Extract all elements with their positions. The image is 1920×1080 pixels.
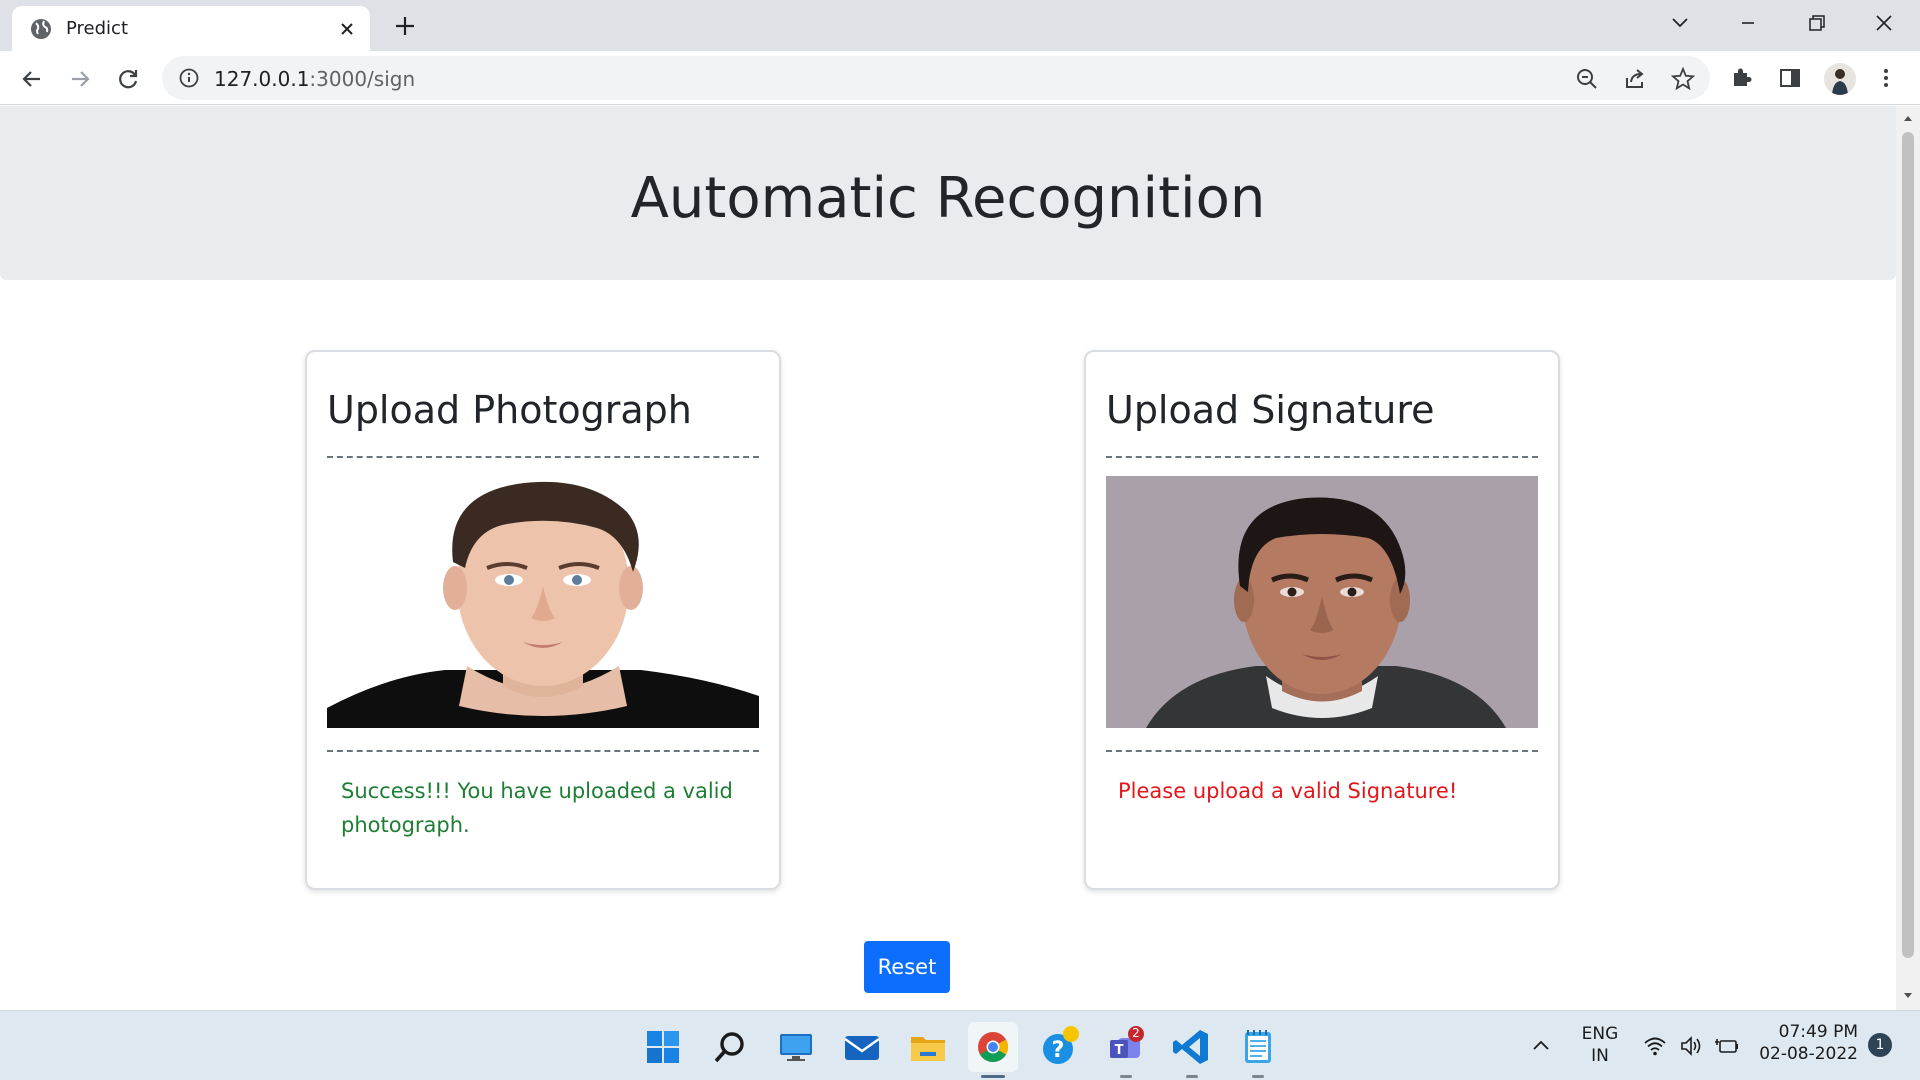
page-scrollbar[interactable] [1896, 106, 1920, 1010]
notepad-icon [1245, 1030, 1271, 1063]
notepad-taskbar-button[interactable] [1236, 1025, 1280, 1078]
system-clock[interactable]: 07:49 PM 02-08-2022 [1752, 1021, 1858, 1065]
windows-taskbar: ? T 2 ENG IN 07:49 PM 02-08-2022 1 [0, 1010, 1920, 1080]
uploaded-signature-image [1106, 476, 1538, 728]
clock-time: 07:49 PM [1778, 1022, 1858, 1042]
uploaded-photograph-image [327, 476, 759, 728]
photograph-portrait-illustration [327, 476, 759, 728]
scroll-down-arrow-icon[interactable] [1902, 990, 1914, 1002]
reload-icon[interactable] [112, 63, 144, 95]
page-viewport: Automatic Recognition Upload Photograph [0, 106, 1896, 1010]
zoom-out-icon[interactable] [1574, 66, 1600, 92]
close-window-icon[interactable] [1864, 8, 1904, 38]
mail-icon[interactable] [840, 1025, 884, 1069]
reset-button[interactable]: Reset [864, 941, 950, 993]
bookmark-star-icon[interactable] [1670, 66, 1696, 92]
chrome-icon [978, 1032, 1009, 1063]
restore-icon[interactable] [1796, 8, 1836, 38]
language-code: ENG [1581, 1024, 1619, 1044]
search-icon[interactable] [708, 1025, 752, 1069]
vscode-taskbar-button[interactable] [1170, 1025, 1214, 1078]
upload-photograph-card: Upload Photograph Success!!! You have up… [305, 350, 781, 890]
battery-charging-icon[interactable] [1714, 1033, 1740, 1059]
close-tab-icon[interactable] [334, 16, 360, 42]
chrome-taskbar-button[interactable] [968, 1022, 1018, 1078]
photograph-card-heading: Upload Photograph [327, 388, 692, 432]
browser-toolbar: 127.0.0.1:3000/sign [0, 51, 1920, 105]
clock-date: 02-08-2022 [1759, 1044, 1858, 1064]
signature-upload-portrait [1106, 476, 1538, 728]
side-panel-icon[interactable] [1776, 64, 1804, 92]
back-arrow-icon[interactable] [16, 63, 48, 95]
scrollbar-thumb[interactable] [1902, 132, 1914, 958]
signature-status-message: Please upload a valid Signature! [1118, 779, 1458, 803]
teams-notification-badge: 2 [1132, 1026, 1140, 1040]
running-app-indicator [1120, 1075, 1132, 1078]
share-icon[interactable] [1622, 66, 1648, 92]
page-title: Automatic Recognition [630, 166, 1266, 231]
scroll-up-arrow-icon[interactable] [1902, 112, 1914, 124]
divider [327, 456, 759, 458]
windows-start-icon[interactable] [641, 1025, 685, 1069]
divider [1106, 456, 1538, 458]
tab-strip: Predict [0, 0, 1920, 51]
url-path: :3000/sign [309, 67, 416, 91]
header-banner: Automatic Recognition [0, 106, 1896, 280]
url-host: 127.0.0.1 [214, 67, 310, 91]
running-app-indicator [1186, 1075, 1198, 1078]
active-app-indicator [981, 1075, 1005, 1078]
forward-arrow-icon[interactable] [64, 63, 96, 95]
url-text: 127.0.0.1:3000/sign [214, 67, 415, 91]
file-explorer-icon[interactable] [906, 1025, 950, 1069]
divider [1106, 750, 1538, 752]
browser-tab[interactable]: Predict [12, 6, 370, 51]
extensions-puzzle-icon[interactable] [1728, 64, 1756, 92]
svg-text:?: ? [1052, 1038, 1065, 1063]
signature-card-heading: Upload Signature [1106, 388, 1435, 432]
photograph-status-message: Success!!! You have uploaded a valid pho… [341, 779, 733, 837]
svg-text:T: T [1115, 1043, 1124, 1058]
wifi-icon[interactable] [1642, 1033, 1668, 1059]
running-app-indicator [1252, 1075, 1264, 1078]
profile-avatar[interactable] [1824, 63, 1856, 95]
show-hidden-icons-chevron-icon[interactable] [1528, 1033, 1554, 1059]
globe-icon [31, 19, 51, 39]
region-code: IN [1591, 1046, 1609, 1066]
divider [327, 750, 759, 752]
upload-signature-card: Upload Signature Please upload a valid S… [1084, 350, 1560, 890]
tab-title: Predict [66, 18, 128, 39]
vscode-icon [1173, 1030, 1208, 1064]
teams-taskbar-button[interactable]: T 2 [1104, 1025, 1148, 1078]
site-info-icon[interactable] [178, 67, 200, 89]
volume-icon[interactable] [1678, 1033, 1704, 1059]
notification-count-badge[interactable]: 1 [1868, 1033, 1892, 1057]
menu-kebab-icon[interactable] [1872, 64, 1900, 92]
tab-search-chevron-icon[interactable] [1660, 8, 1700, 38]
minimize-icon[interactable] [1728, 8, 1768, 38]
avatar-image [1832, 69, 1848, 95]
help-icon[interactable]: ? [1038, 1025, 1082, 1069]
desktop-icon[interactable] [774, 1025, 818, 1069]
input-language-indicator[interactable]: ENG IN [1578, 1023, 1622, 1067]
address-bar[interactable]: 127.0.0.1:3000/sign [162, 56, 1710, 100]
new-tab-icon[interactable] [390, 11, 420, 41]
